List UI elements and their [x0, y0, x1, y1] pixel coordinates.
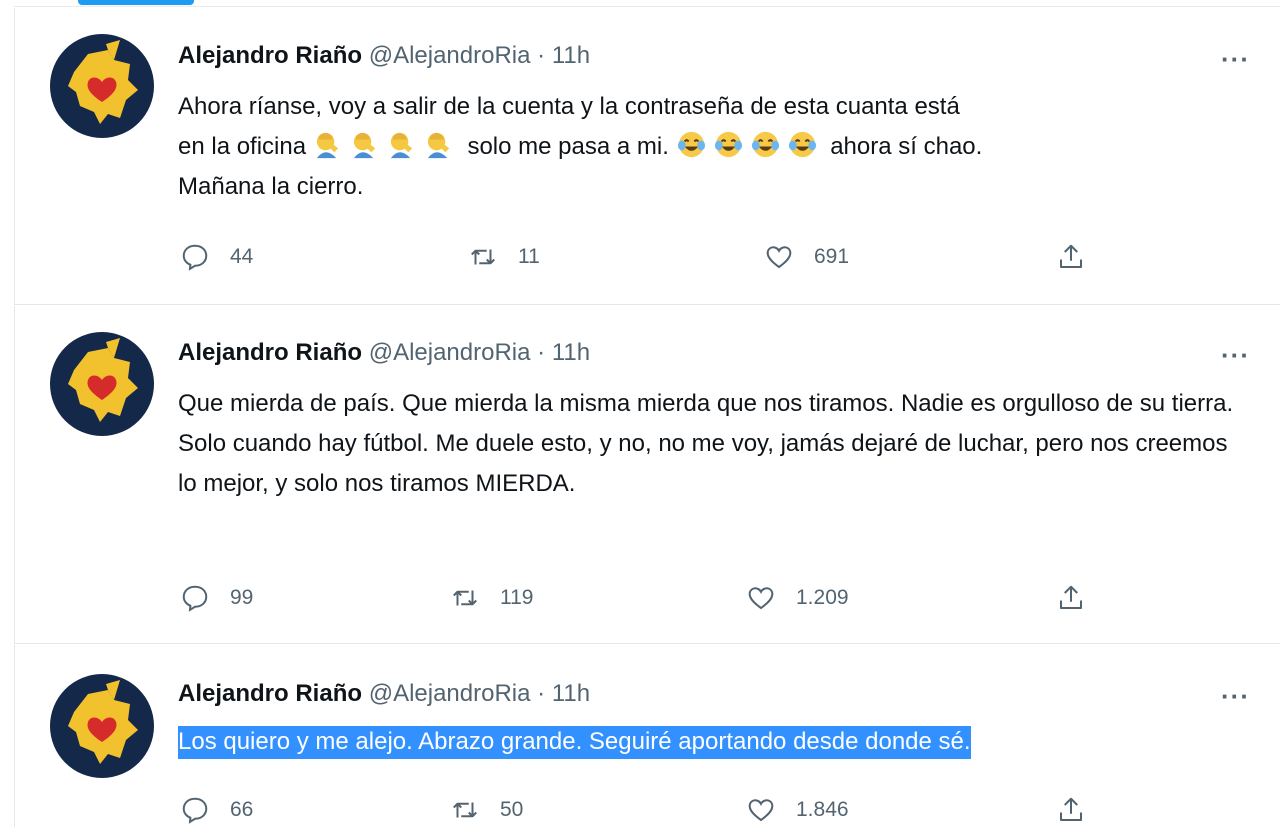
colombia-map-heart-icon — [68, 680, 138, 764]
retweet-button[interactable]: 119 — [450, 578, 533, 618]
retweet-icon — [453, 802, 477, 818]
author-name[interactable]: Alejandro Riaño — [178, 680, 362, 707]
divider — [14, 8, 15, 304]
tweet-header: Alejandro Riaño @AlejandroRia · 11h — [178, 680, 590, 708]
reply-count: 44 — [230, 245, 254, 268]
colombia-map-heart-icon — [68, 40, 138, 124]
author-handle[interactable]: @AlejandroRia — [369, 339, 531, 366]
tweet-actions: 99 119 1.209 — [178, 578, 1178, 618]
like-count: 1.846 — [796, 798, 849, 821]
heart-icon — [748, 587, 774, 610]
tweet-text-line: Mañana la cierro. — [178, 173, 364, 200]
author-name[interactable]: Alejandro Riaño — [178, 42, 362, 69]
author-handle[interactable]: @AlejandroRia — [369, 42, 531, 69]
separator: · — [537, 42, 546, 69]
separator: · — [537, 339, 546, 366]
timestamp[interactable]: 11h — [552, 339, 590, 366]
heart-icon — [748, 799, 774, 822]
face-with-tears-of-joy-emoji — [713, 129, 744, 160]
face-with-tears-of-joy-emoji — [750, 129, 781, 160]
tweet[interactable]: Alejandro Riaño @AlejandroRia · 11h ··· … — [14, 8, 1280, 305]
man-facepalming-emoji — [313, 129, 344, 160]
man-facepalming-emoji — [424, 129, 455, 160]
retweet-count: 119 — [500, 586, 534, 609]
tweet-text: Ahora ríanse, voy a salir de la cuenta y… — [178, 87, 1238, 207]
retweet-count: 50 — [500, 798, 524, 821]
tweet-header: Alejandro Riaño @AlejandroRia · 11h — [178, 339, 590, 367]
share-button[interactable] — [1056, 237, 1086, 277]
tweet-text-segment: solo me pasa a mi. — [467, 133, 669, 160]
reply-count: 66 — [230, 798, 254, 821]
avatar[interactable] — [50, 332, 154, 436]
like-count: 1.209 — [796, 586, 849, 609]
share-icon — [1060, 244, 1082, 268]
tweet-actions: 44 11 691 — [178, 237, 1178, 277]
author-name[interactable]: Alejandro Riaño — [178, 339, 362, 366]
share-icon — [1060, 585, 1082, 609]
more-options-icon[interactable]: ··· — [1221, 44, 1250, 75]
reply-button[interactable]: 44 — [180, 237, 253, 277]
like-button[interactable]: 1.209 — [746, 578, 849, 618]
man-facepalming-emoji — [350, 129, 381, 160]
heart-icon — [766, 246, 792, 269]
author-handle[interactable]: @AlejandroRia — [369, 680, 531, 707]
share-button[interactable] — [1056, 578, 1086, 618]
like-button[interactable]: 1.846 — [746, 790, 849, 827]
selected-text: Los quiero y me alejo. Abrazo grande. Se… — [178, 726, 971, 759]
active-tab-indicator — [78, 0, 194, 5]
more-options-icon[interactable]: ··· — [1221, 340, 1250, 371]
timestamp[interactable]: 11h — [552, 680, 590, 707]
separator: · — [537, 680, 546, 707]
like-count: 691 — [814, 245, 850, 268]
tweet-text-line: Ahora ríanse, voy a salir de la cuenta y… — [178, 93, 960, 120]
retweet-button[interactable]: 11 — [468, 237, 540, 277]
avatar[interactable] — [50, 34, 154, 138]
colombia-map-heart-icon — [68, 338, 138, 422]
tweet-header: Alejandro Riaño @AlejandroRia · 11h — [178, 42, 590, 70]
tweet-text: Que mierda de país. Que mierda la misma … — [178, 390, 1234, 497]
face-with-tears-of-joy-emoji — [676, 129, 707, 160]
man-facepalming-emoji — [387, 129, 418, 160]
timeline: Alejandro Riaño @AlejandroRia · 11h ··· … — [0, 0, 1280, 827]
more-options-icon[interactable]: ··· — [1221, 681, 1250, 712]
retweet-count: 11 — [518, 245, 540, 268]
tweet-text-segment: ahora sí chao. — [830, 133, 983, 160]
reply-icon — [182, 244, 208, 271]
share-button[interactable] — [1056, 790, 1086, 827]
like-button[interactable]: 691 — [764, 237, 849, 277]
reply-icon — [182, 797, 208, 824]
tweet[interactable]: Alejandro Riaño @AlejandroRia · 11h ··· … — [14, 645, 1280, 827]
retweet-icon — [471, 249, 495, 265]
tweet-text: Los quiero y me alejo. Abrazo grande. Se… — [178, 722, 1238, 762]
divider — [14, 645, 15, 827]
retweet-icon — [453, 590, 477, 606]
retweet-button[interactable]: 50 — [450, 790, 523, 827]
divider — [14, 6, 1280, 7]
tweet-actions: 66 50 1.846 — [178, 790, 1178, 827]
divider — [14, 306, 15, 643]
face-with-tears-of-joy-emoji — [787, 129, 818, 160]
avatar[interactable] — [50, 674, 154, 778]
timestamp[interactable]: 11h — [552, 42, 590, 69]
tweet[interactable]: Alejandro Riaño @AlejandroRia · 11h ··· … — [14, 306, 1280, 644]
tweet-text-segment: en la oficina — [178, 133, 307, 160]
reply-button[interactable]: 66 — [180, 790, 253, 827]
share-icon — [1060, 797, 1082, 821]
reply-icon — [182, 585, 208, 612]
reply-button[interactable]: 99 — [180, 578, 253, 618]
reply-count: 99 — [230, 586, 254, 609]
